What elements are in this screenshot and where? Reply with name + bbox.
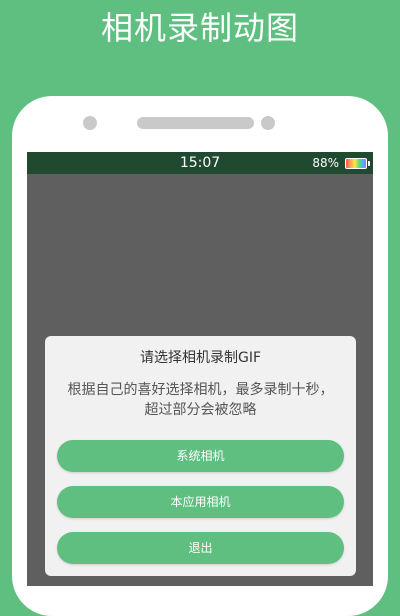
sensor-icon [261,116,275,130]
system-camera-button[interactable]: 系统相机 [57,440,344,472]
status-bar: 15:07 88% [27,152,373,174]
battery-icon [345,157,370,169]
exit-button[interactable]: 退出 [57,532,344,564]
speaker-grille [137,117,254,129]
app-camera-button[interactable]: 本应用相机 [57,486,344,518]
camera-choice-dialog: 请选择相机录制GIF 根据自己的喜好选择相机，最多录制十秒，超过部分会被忽略 系… [45,336,356,576]
dialog-message: 根据自己的喜好选择相机，最多录制十秒，超过部分会被忽略 [67,382,334,418]
dialog-title: 请选择相机录制GIF [139,350,262,366]
front-camera-icon [83,116,97,130]
promo-headline: 相机录制动图 [100,9,299,47]
battery-percent: 88% [312,156,339,170]
status-right: 88% [312,152,370,174]
phone-screen: 15:07 88% 请选择相机录制GIF 根据自己的喜好选择相机，最多录制十秒，… [27,152,373,586]
